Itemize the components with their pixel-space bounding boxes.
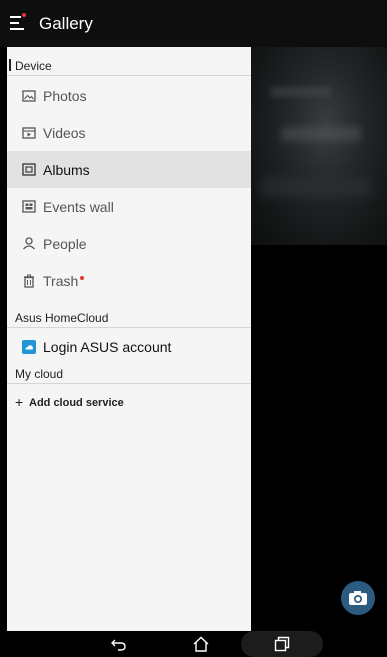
nav-item-label: Videos: [43, 124, 86, 141]
nav-item-photos[interactable]: Photos: [7, 77, 251, 114]
albums-icon: [21, 162, 37, 178]
app-bar: Gallery: [0, 0, 387, 47]
nav-item-label: Photos: [43, 87, 87, 104]
navigation-drawer: Device Photos Videos Albums Events wall …: [7, 47, 251, 631]
asus-cloud-icon: [21, 339, 37, 355]
section-device: Device: [7, 55, 251, 76]
videos-icon: [21, 125, 37, 141]
photos-icon: [21, 88, 37, 104]
section-homecloud: Asus HomeCloud: [7, 307, 251, 328]
section-homecloud-label: Asus HomeCloud: [15, 311, 109, 325]
add-cloud-service-button[interactable]: + Add cloud service: [7, 394, 251, 414]
album-thumbnail[interactable]: [251, 47, 387, 245]
trash-icon: [21, 273, 37, 289]
nav-item-albums[interactable]: Albums: [7, 151, 251, 188]
system-nav-bar: [0, 631, 387, 657]
nav-item-trash[interactable]: Trash: [7, 262, 251, 299]
nav-item-label: Trash: [43, 273, 85, 289]
notification-dot: [22, 13, 26, 17]
section-mycloud: My cloud: [7, 363, 251, 384]
nav-item-label: People: [43, 235, 87, 252]
home-icon[interactable]: [189, 633, 213, 655]
events-wall-icon: [21, 199, 37, 215]
section-mycloud-label: My cloud: [15, 367, 64, 381]
nav-item-videos[interactable]: Videos: [7, 114, 251, 151]
nav-item-label: Albums: [43, 161, 90, 178]
menu-icon[interactable]: [10, 13, 26, 32]
plus-icon: +: [15, 394, 24, 410]
drawer-edge: [0, 47, 7, 631]
nav-item-people[interactable]: People: [7, 225, 251, 262]
trash-badge: [80, 275, 85, 280]
camera-button[interactable]: [341, 581, 375, 615]
people-icon: [21, 236, 37, 252]
camera-icon: [349, 591, 367, 605]
nav-item-label: Events wall: [43, 198, 114, 215]
section-indicator: [9, 59, 11, 71]
back-icon[interactable]: [107, 633, 131, 655]
app-title: Gallery: [39, 14, 93, 33]
login-label: Login ASUS account: [43, 338, 172, 355]
section-device-label: Device: [15, 59, 52, 73]
add-cloud-label: Add cloud service: [29, 397, 124, 409]
recents-icon[interactable]: [270, 633, 294, 655]
nav-item-events-wall[interactable]: Events wall: [7, 188, 251, 225]
login-asus-account[interactable]: Login ASUS account: [7, 328, 251, 365]
